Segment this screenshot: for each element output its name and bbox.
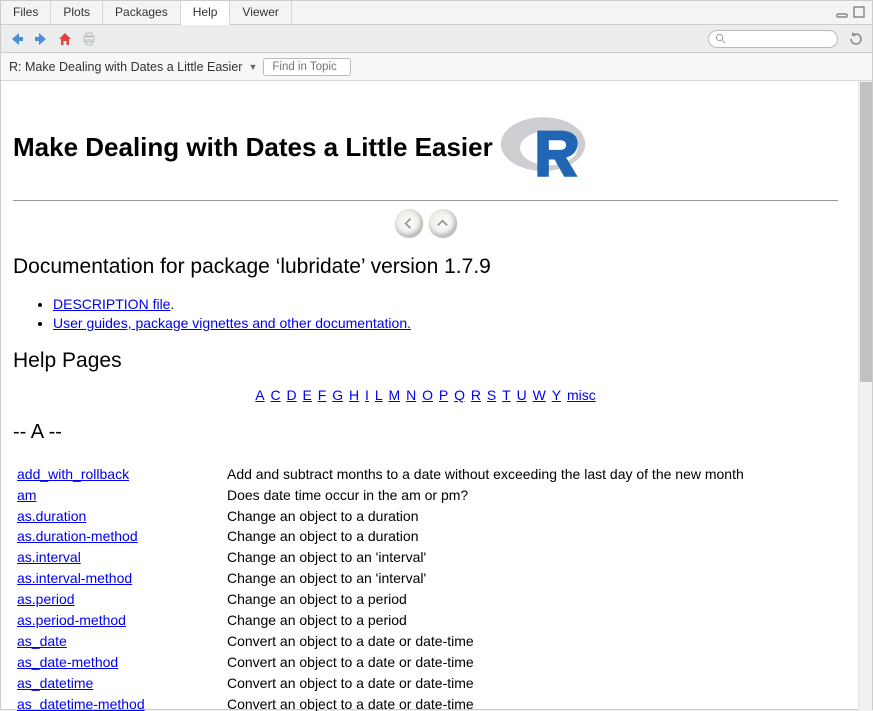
help-link[interactable]: am: [17, 487, 36, 503]
toolbar: [1, 25, 872, 53]
index-link[interactable]: N: [405, 387, 417, 403]
table-row: as.period Change an object to a period: [13, 589, 748, 610]
help-link[interactable]: as.interval-method: [17, 570, 132, 586]
help-table: add_with_rollback Add and subtract months…: [13, 464, 748, 711]
table-row: as_datetime Convert an object to a date o…: [13, 673, 748, 694]
index-link[interactable]: D: [286, 387, 298, 403]
list-item: User guides, package vignettes and other…: [53, 314, 838, 333]
index-link[interactable]: H: [348, 387, 360, 403]
index-link[interactable]: A: [254, 387, 265, 403]
index-link[interactable]: L: [374, 387, 384, 403]
tab-plots[interactable]: Plots: [51, 1, 103, 24]
table-row: as_date Convert an object to a date or da…: [13, 631, 748, 652]
help-document: Make Dealing with Dates a Little Easier …: [1, 81, 858, 711]
table-row: as.interval-method Change an object to an…: [13, 568, 748, 589]
index-link[interactable]: misc: [566, 387, 597, 403]
index-link[interactable]: I: [364, 387, 370, 403]
refresh-button[interactable]: [846, 30, 866, 48]
index-link[interactable]: Y: [551, 387, 562, 403]
help-link[interactable]: as.interval: [17, 549, 81, 565]
table-row: as.duration Change an object to a duratio…: [13, 506, 748, 527]
tab-packages[interactable]: Packages: [103, 1, 181, 24]
help-desc: Convert an object to a date or date-time: [223, 631, 748, 652]
help-desc: Convert an object to a date or date-time: [223, 652, 748, 673]
subbar: R: Make Dealing with Dates a Little Easi…: [1, 53, 872, 81]
tab-files[interactable]: Files: [1, 1, 51, 24]
nav-up-button[interactable]: [429, 209, 457, 237]
table-row: am Does date time occur in the am or pm?: [13, 485, 748, 506]
chevron-down-icon[interactable]: ▼: [248, 62, 257, 72]
table-row: as.duration-method Change an object to a …: [13, 526, 748, 547]
index-link[interactable]: G: [331, 387, 344, 403]
help-desc: Change an object to a period: [223, 589, 748, 610]
search-box[interactable]: [708, 30, 838, 48]
print-button[interactable]: [79, 30, 99, 48]
minimize-window-icon[interactable]: [835, 5, 849, 19]
tabs: Files Plots Packages Help Viewer: [1, 1, 872, 25]
section-a-heading: -- A --: [13, 421, 838, 444]
help-desc: Change an object to a duration: [223, 506, 748, 527]
table-row: add_with_rollback Add and subtract months…: [13, 464, 748, 485]
search-input[interactable]: [730, 33, 830, 45]
index-link[interactable]: R: [470, 387, 482, 403]
table-row: as.period-method Change an object to a pe…: [13, 610, 748, 631]
tab-viewer[interactable]: Viewer: [230, 1, 291, 24]
index-link[interactable]: C: [270, 387, 282, 403]
help-desc: Convert an object to a date or date-time: [223, 694, 748, 711]
find-in-topic-input[interactable]: [263, 58, 351, 76]
link-description-file[interactable]: DESCRIPTION file: [53, 296, 170, 312]
index-link[interactable]: U: [516, 387, 528, 403]
index-link[interactable]: E: [302, 387, 313, 403]
table-row: as_datetime-method Convert an object to a…: [13, 694, 748, 711]
help-link[interactable]: as_datetime: [17, 675, 93, 691]
help-desc: Change an object to an 'interval': [223, 568, 748, 589]
help-link[interactable]: as_datetime-method: [17, 696, 145, 711]
search-icon: [715, 33, 726, 44]
index-link[interactable]: F: [317, 387, 328, 403]
help-link[interactable]: as.period: [17, 591, 75, 607]
help-link[interactable]: as_date: [17, 633, 67, 649]
home-button[interactable]: [55, 30, 75, 48]
scrollbar-thumb[interactable]: [860, 82, 872, 382]
help-link[interactable]: as.period-method: [17, 612, 126, 628]
table-row: as.interval Change an object to an 'inter…: [13, 547, 748, 568]
help-link[interactable]: as.duration-method: [17, 528, 138, 544]
r-logo-icon: [497, 109, 593, 186]
scrollbar[interactable]: [858, 81, 872, 711]
help-pages-heading: Help Pages: [13, 349, 838, 373]
help-link[interactable]: as.duration: [17, 508, 86, 524]
topic-title: R: Make Dealing with Dates a Little Easi…: [9, 60, 242, 74]
link-vignettes[interactable]: User guides, package vignettes and other…: [53, 315, 411, 331]
back-button[interactable]: [7, 30, 27, 48]
help-desc: Convert an object to a date or date-time: [223, 673, 748, 694]
help-link[interactable]: as_date-method: [17, 654, 118, 670]
index-link[interactable]: W: [532, 387, 547, 403]
page-title: Make Dealing with Dates a Little Easier: [13, 132, 493, 163]
help-desc: Does date time occur in the am or pm?: [223, 485, 748, 506]
forward-button[interactable]: [31, 30, 51, 48]
help-desc: Change an object to a period: [223, 610, 748, 631]
index-link[interactable]: M: [388, 387, 402, 403]
help-desc: Add and subtract months to a date withou…: [223, 464, 748, 485]
maximize-window-icon[interactable]: [852, 5, 866, 19]
index-link[interactable]: O: [421, 387, 434, 403]
alpha-index: A C D E F G H I L M N O P Q R S T U W Y …: [13, 387, 838, 403]
list-item: DESCRIPTION file.: [53, 295, 838, 314]
divider: [13, 200, 838, 201]
help-desc: Change an object to a duration: [223, 526, 748, 547]
index-link[interactable]: P: [438, 387, 449, 403]
tab-help[interactable]: Help: [181, 1, 231, 25]
help-link[interactable]: add_with_rollback: [17, 466, 129, 482]
index-link[interactable]: S: [486, 387, 497, 403]
index-link[interactable]: T: [501, 387, 512, 403]
help-desc: Change an object to an 'interval': [223, 547, 748, 568]
doc-subtitle: Documentation for package ‘lubridate’ ve…: [13, 255, 838, 279]
nav-prev-button[interactable]: [395, 209, 423, 237]
table-row: as_date-method Convert an object to a dat…: [13, 652, 748, 673]
index-link[interactable]: Q: [453, 387, 466, 403]
